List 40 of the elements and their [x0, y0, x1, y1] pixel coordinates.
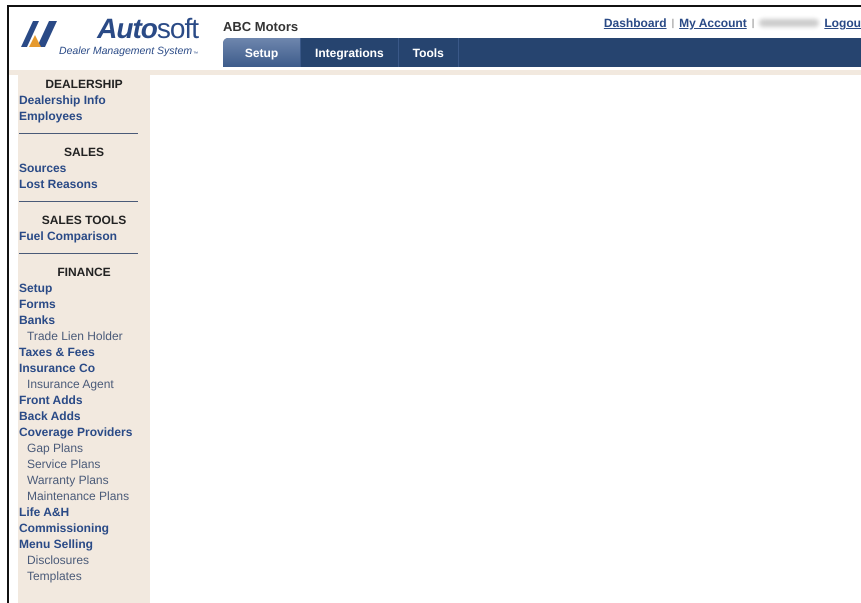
- section-heading: SALES TOOLS: [40, 212, 128, 228]
- nav-tab[interactable]: Integrations: [301, 38, 399, 67]
- sidebar-link[interactable]: Taxes & Fees: [18, 344, 150, 360]
- sidebar-link[interactable]: Dealership Info: [18, 92, 150, 108]
- nav-tab[interactable]: Setup: [223, 38, 301, 67]
- sidebar-sublink[interactable]: Trade Lien Holder: [18, 328, 150, 344]
- sidebar-link[interactable]: Lost Reasons: [18, 176, 150, 192]
- sidebar-link[interactable]: Banks: [18, 312, 150, 328]
- sidebar-link[interactable]: Forms: [18, 296, 150, 312]
- sidebar-sublink[interactable]: Templates: [18, 568, 150, 584]
- nav-tab[interactable]: Tools: [398, 38, 459, 67]
- sidebar-link[interactable]: Back Adds: [18, 408, 150, 424]
- sidebar-sublink[interactable]: Service Plans: [18, 456, 150, 472]
- sidebar-link[interactable]: Front Adds: [18, 392, 150, 408]
- sidebar-sublink[interactable]: Warranty Plans: [18, 472, 150, 488]
- sidebar-link[interactable]: Sources: [18, 160, 150, 176]
- link-separator: |: [672, 18, 674, 28]
- sidebar-sublink[interactable]: Disclosures: [18, 552, 150, 568]
- sidebar-link[interactable]: Insurance Co: [18, 360, 150, 376]
- section-heading: FINANCE: [56, 264, 112, 280]
- header-link[interactable]: My Account: [679, 16, 747, 30]
- sidebar-link[interactable]: Coverage Providers: [18, 424, 150, 440]
- section-heading: DEALERSHIP: [44, 76, 124, 92]
- sidebar-sublink[interactable]: Gap Plans: [18, 440, 150, 456]
- section-heading: SALES: [62, 144, 105, 160]
- dealer-title: ABC Motors: [223, 19, 298, 36]
- sidebar-link[interactable]: Setup: [18, 280, 150, 296]
- sidebar-link[interactable]: Menu Selling: [18, 536, 150, 552]
- header-link[interactable]: Logou: [824, 16, 861, 30]
- sidebar-link[interactable]: Life A&H: [18, 504, 150, 520]
- sidebar-sublink[interactable]: Insurance Agent: [18, 376, 150, 392]
- sidebar-link[interactable]: Commissioning: [18, 520, 150, 536]
- sidebar-sublink[interactable]: Maintenance Plans: [18, 488, 150, 504]
- logo-wordmark: Autosoft: [97, 13, 198, 45]
- header-link[interactable]: Dashboard: [604, 16, 667, 30]
- logo-tagline: Dealer Management System: [59, 45, 192, 57]
- sidebar-link[interactable]: Employees: [18, 108, 150, 124]
- sidebar-link[interactable]: Fuel Comparison: [18, 228, 150, 244]
- blurred-user-name: [759, 19, 820, 27]
- link-separator: |: [752, 18, 754, 28]
